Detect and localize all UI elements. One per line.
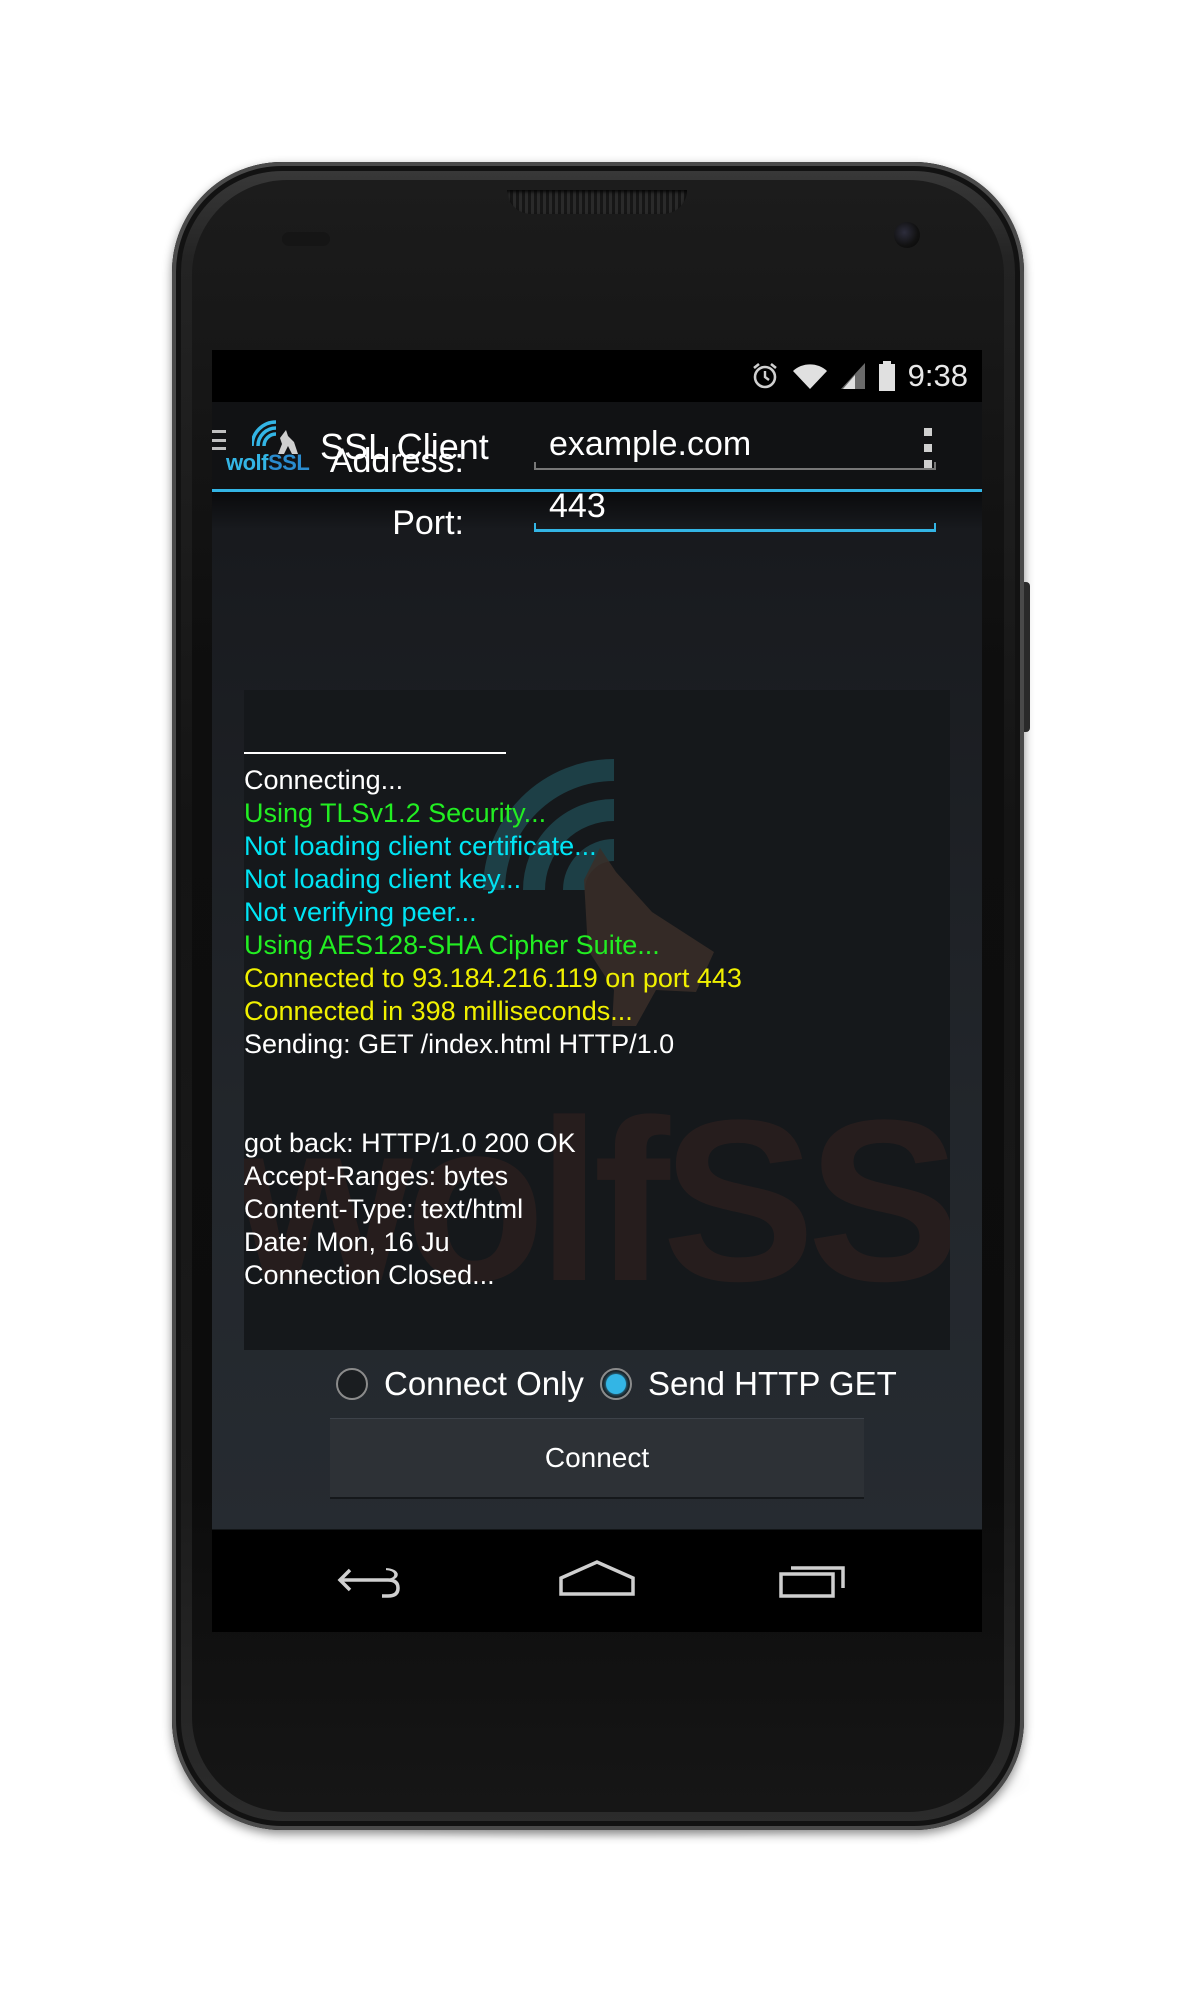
phone-screen: 9:38 wolfSSL SSL Client Address: example… [212, 350, 982, 1632]
battery-icon [878, 361, 896, 391]
console-line: Connecting... [244, 765, 404, 795]
status-time: 9:38 [907, 358, 968, 393]
console-line: Connected in 398 milliseconds... [244, 996, 633, 1026]
console-line: Using AES128-SHA Cipher Suite... [244, 930, 660, 960]
earpiece-speaker [507, 190, 687, 214]
home-icon[interactable] [557, 1558, 637, 1607]
console-line: got back: HTTP/1.0 200 OK [244, 1128, 576, 1158]
console-output[interactable]: wolfSSL Connecting... Using TLSv1.2 Secu… [244, 690, 950, 1350]
proximity-sensor [282, 232, 330, 246]
connect-button[interactable]: Connect [330, 1418, 864, 1499]
console-line: Connection Closed... [244, 1260, 495, 1290]
back-icon[interactable] [336, 1558, 404, 1607]
console-lines: Connecting... Using TLSv1.2 Security... … [244, 752, 950, 1292]
send-http-get-radio[interactable]: Send HTTP GET [599, 1365, 897, 1403]
console-line: Date: Mon, 16 Ju [244, 1227, 450, 1257]
console-line: Connected to 93.184.216.119 on port 443 [244, 963, 742, 993]
console-line: Not verifying peer... [244, 897, 477, 927]
address-input[interactable]: example.com [534, 422, 936, 470]
address-label: Address: [329, 442, 464, 480]
mode-radio-group: Connect Only Send HTTP GET [336, 1361, 913, 1407]
nav-drawer-indicator-icon[interactable] [212, 430, 226, 450]
power-button[interactable] [1024, 582, 1030, 732]
connect-only-radio[interactable]: Connect Only [336, 1365, 584, 1403]
console-line: Using TLSv1.2 Security... [244, 798, 547, 828]
front-camera [894, 222, 920, 248]
console-line: Not loading client certificate... [244, 831, 597, 861]
send-http-get-label[interactable]: Send HTTP GET [648, 1365, 897, 1403]
radio-checked-icon[interactable] [599, 1368, 632, 1400]
radio-unchecked-icon[interactable] [336, 1368, 368, 1400]
port-label: Port: [392, 504, 464, 542]
status-bar: 9:38 [212, 350, 982, 402]
port-input[interactable]: 443 [534, 484, 936, 532]
console-line: Not loading client key... [244, 864, 522, 894]
console-line: Accept-Ranges: bytes [244, 1161, 509, 1191]
console-divider [244, 752, 506, 754]
navigation-bar [212, 1530, 982, 1632]
wifi-icon [792, 362, 828, 390]
console-line: Sending: GET /index.html HTTP/1.0 [244, 1029, 675, 1059]
alarm-icon [750, 361, 780, 391]
cell-signal-icon [840, 362, 866, 390]
recent-apps-icon[interactable] [777, 1558, 849, 1607]
connect-only-label[interactable]: Connect Only [384, 1365, 584, 1403]
console-line: Content-Type: text/html [244, 1194, 524, 1224]
